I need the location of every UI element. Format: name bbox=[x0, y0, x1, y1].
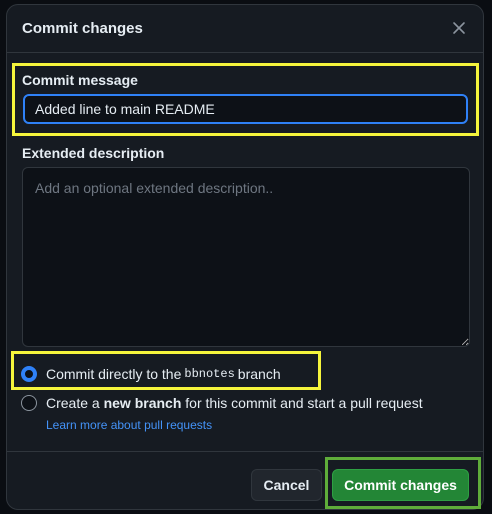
commit-dialog: Commit changes Commit message Extended d… bbox=[6, 4, 484, 510]
commit-directly-radio[interactable] bbox=[21, 366, 37, 382]
extended-description-label: Extended description bbox=[22, 145, 165, 161]
dialog-title: Commit changes bbox=[22, 20, 143, 37]
new-branch-suffix: for this commit and start a pull request bbox=[185, 395, 423, 411]
dialog-header: Commit changes bbox=[7, 5, 483, 53]
x-icon bbox=[453, 22, 465, 34]
commit-message-input[interactable] bbox=[23, 94, 468, 124]
new-branch-prefix: Create a bbox=[46, 395, 100, 411]
learn-more-link[interactable]: Learn more about pull requests bbox=[46, 418, 212, 432]
commit-message-label: Commit message bbox=[22, 72, 138, 88]
dialog-footer: Cancel Commit changes bbox=[7, 451, 483, 509]
cancel-button[interactable]: Cancel bbox=[251, 469, 322, 501]
new-branch-radio[interactable] bbox=[21, 395, 37, 411]
extended-description-textarea[interactable] bbox=[22, 167, 470, 347]
branch-name: bbnotes bbox=[184, 367, 235, 381]
new-branch-option[interactable]: Create a new branch for this commit and … bbox=[21, 395, 423, 411]
commit-directly-prefix: Commit directly to the bbox=[46, 366, 182, 382]
commit-directly-suffix: branch bbox=[237, 366, 281, 382]
new-branch-bold: new branch bbox=[103, 395, 182, 411]
commit-directly-option[interactable]: Commit directly to the bbnotes branch bbox=[21, 366, 281, 382]
close-button[interactable] bbox=[447, 16, 471, 40]
commit-changes-button[interactable]: Commit changes bbox=[332, 469, 469, 501]
